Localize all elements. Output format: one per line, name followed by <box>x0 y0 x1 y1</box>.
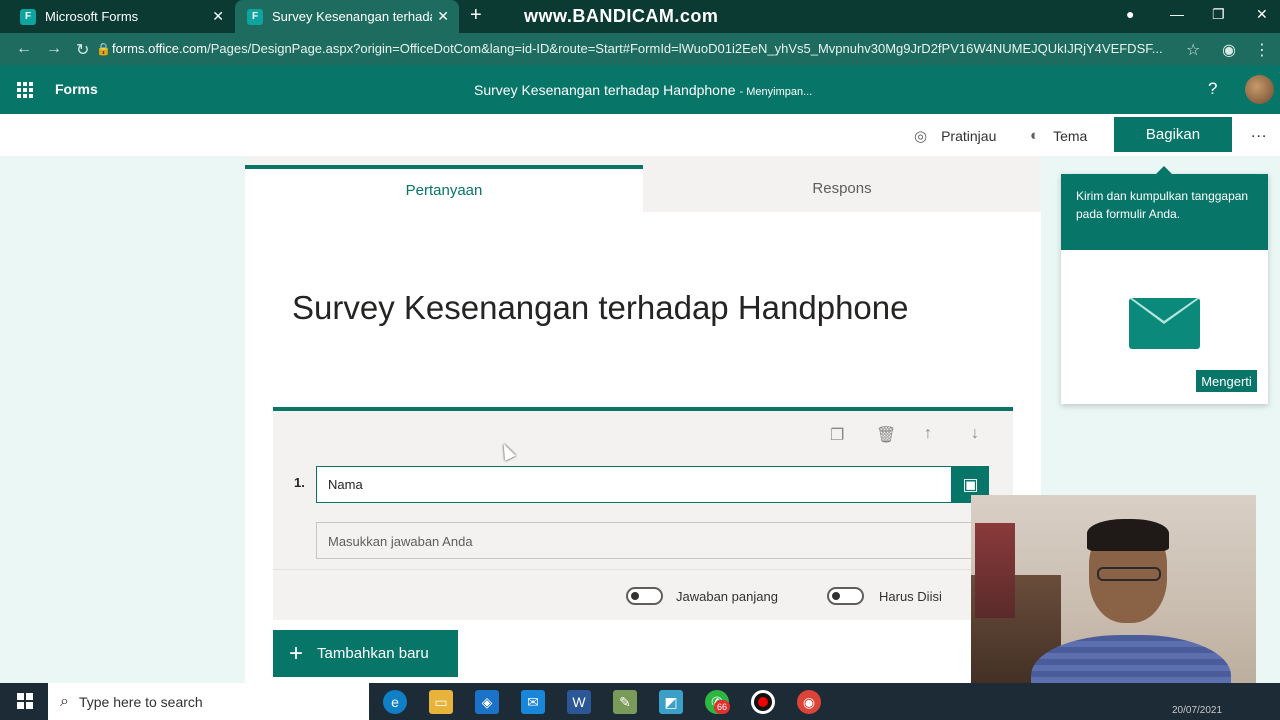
eye-icon: ◎ <box>914 128 928 145</box>
maximize-icon[interactable]: ❐ <box>1212 6 1225 23</box>
form-title-header: Survey Kesenangan terhadap Handphone - Me… <box>474 82 813 98</box>
question-number: 1. <box>294 475 305 490</box>
window-close-icon[interactable]: ✕ <box>1256 6 1268 23</box>
answer-placeholder-field: Masukkan jawaban Anda <box>316 522 1016 559</box>
delete-icon[interactable]: 🗑 <box>876 425 896 445</box>
url-field[interactable]: forms.office.com/Pages/DesignPage.aspx?o… <box>112 41 1172 56</box>
forms-app-bar: Forms Survey Kesenangan terhadap Handpho… <box>0 65 1280 114</box>
word-icon[interactable]: W <box>567 690 591 714</box>
back-icon[interactable]: ← <box>16 40 32 58</box>
question-text-input[interactable]: Nama <box>316 466 952 503</box>
taskbar-search[interactable]: ⌕ Type here to search <box>48 683 369 720</box>
browser-tab-survey[interactable]: F Survey Kesenangan terhadap Ha... ✕ <box>235 0 459 33</box>
form-editor-card: Pertanyaan Respons Survey Kesenangan ter… <box>245 165 1041 683</box>
recorder-watermark: www.BANDICAM.com <box>524 6 719 26</box>
envelope-icon <box>1129 298 1200 349</box>
notification-badge: 66 <box>714 700 730 714</box>
lock-icon: 🔒 <box>96 42 111 56</box>
app-launcher-icon[interactable] <box>17 82 33 98</box>
tab-responses[interactable]: Respons <box>643 165 1041 212</box>
help-icon[interactable]: ? <box>1208 79 1217 99</box>
editor-tabs: Pertanyaan Respons <box>245 165 1041 212</box>
required-toggle[interactable] <box>827 587 864 605</box>
palette-icon: ◐ <box>1030 127 1040 144</box>
long-answer-label: Jawaban panjang <box>676 589 778 604</box>
webcam-background-cloth <box>975 523 1015 618</box>
browser-tab-strip: F Microsoft Forms ✕ F Survey Kesenangan … <box>0 0 1280 33</box>
mail-icon[interactable]: ✉ <box>521 690 545 714</box>
windows-taskbar: ⌕ Type here to search e ▭ ◈ ✉ W ✎ ◩ ✆ 66… <box>0 683 1280 720</box>
move-up-icon[interactable]: ↑ <box>924 425 932 443</box>
browser-menu-icon[interactable]: ⋮ <box>1254 40 1270 60</box>
forward-icon[interactable]: → <box>46 40 62 58</box>
required-label: Harus Diisi <box>879 589 942 604</box>
close-icon[interactable]: ✕ <box>437 8 449 25</box>
question-card[interactable]: ❐ 🗑 ↑ ↓ 1. Nama ▣ Masukkan jawaban Anda … <box>273 407 1016 620</box>
more-options-icon[interactable]: ... <box>1251 124 1267 142</box>
address-bar: ← → ↻ 🔒 forms.office.com/Pages/DesignPag… <box>0 33 1280 65</box>
share-button[interactable]: Bagikan <box>1114 117 1232 152</box>
move-down-icon[interactable]: ↓ <box>971 425 979 443</box>
long-answer-toggle[interactable] <box>626 587 663 605</box>
reload-icon[interactable]: ↻ <box>76 40 89 60</box>
extension-icon[interactable]: ◉ <box>1222 40 1236 60</box>
preview-button[interactable]: ◎ Pratinjau <box>914 127 996 145</box>
page-background-left <box>0 156 245 683</box>
store-icon[interactable]: ◈ <box>475 690 499 714</box>
copy-icon[interactable]: ❐ <box>830 425 844 445</box>
share-tip-popover: Kirim dan kumpulkan tanggapan pada formu… <box>1061 166 1268 404</box>
bookmark-star-icon[interactable]: ☆ <box>1186 40 1200 60</box>
avatar[interactable] <box>1245 75 1274 104</box>
popover-message: Kirim dan kumpulkan tanggapan pada formu… <box>1061 166 1268 250</box>
tab-questions[interactable]: Pertanyaan <box>245 165 643 212</box>
forms-icon: F <box>247 8 263 25</box>
record-icon[interactable] <box>751 690 775 714</box>
file-explorer-icon[interactable]: ▭ <box>429 690 453 714</box>
chrome-icon[interactable]: ◉ <box>797 690 821 714</box>
webcam-overlay <box>971 495 1256 707</box>
webcam-person-hair <box>1087 519 1169 551</box>
save-status: - Menyimpan... <box>739 86 813 98</box>
app-icon[interactable]: ◩ <box>659 690 683 714</box>
app-name[interactable]: Forms <box>55 81 98 97</box>
start-icon[interactable] <box>17 693 33 709</box>
forms-icon: F <box>20 8 36 25</box>
close-icon[interactable]: ✕ <box>212 8 224 25</box>
browser-tab-microsoft-forms[interactable]: F Microsoft Forms ✕ <box>8 0 234 33</box>
theme-button[interactable]: ◐ Tema <box>1030 127 1087 144</box>
form-title[interactable]: Survey Kesenangan terhadap Handphone <box>292 289 908 327</box>
minimize-icon[interactable]: — <box>1170 6 1184 22</box>
form-toolbar: ◎ Pratinjau ◐ Tema Bagikan ... <box>0 114 1280 156</box>
tab-label: Survey Kesenangan terhadap Ha... <box>272 9 432 24</box>
paint-icon[interactable]: ✎ <box>613 690 637 714</box>
plus-icon: + <box>289 639 304 667</box>
new-tab-icon[interactable]: + <box>470 4 482 27</box>
webcam-person-glasses <box>1097 567 1161 581</box>
divider <box>273 569 1013 570</box>
got-it-button[interactable]: Mengerti <box>1196 370 1257 392</box>
add-new-button[interactable]: + Tambahkan baru <box>273 630 458 677</box>
taskbar-date: 20/07/2021 <box>1172 705 1223 716</box>
profile-menu-icon[interactable]: ● <box>1126 6 1134 22</box>
tab-label: Microsoft Forms <box>45 9 139 24</box>
search-icon: ⌕ <box>60 692 69 710</box>
edge-icon[interactable]: e <box>383 690 407 714</box>
